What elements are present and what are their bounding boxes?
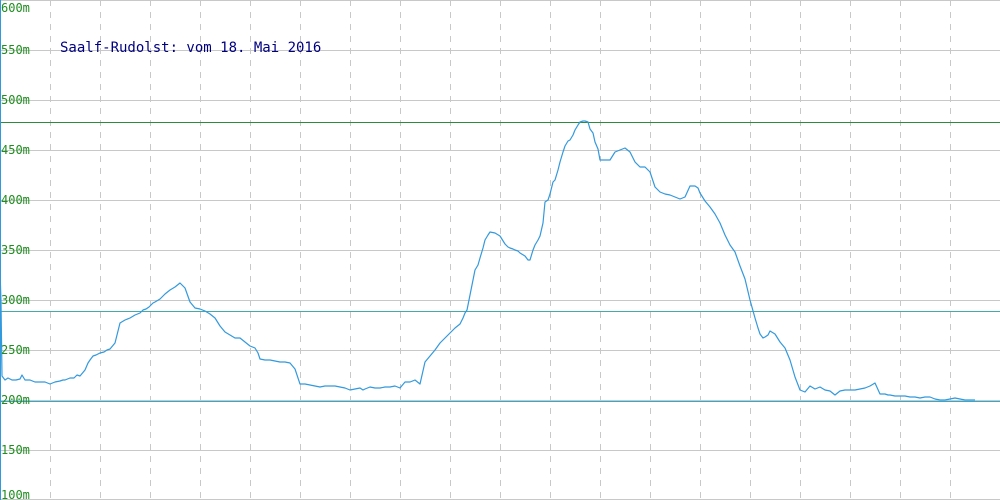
y-tick-label-500m: 500m <box>1 93 30 107</box>
chart-title: Saalf-Rudolst: vom 18. Mai 2016 <box>60 40 321 56</box>
y-tick-label-200m: 200m <box>1 393 30 407</box>
y-tick-label-600m: 600m <box>1 1 30 15</box>
y-tick-label-400m: 400m <box>1 193 30 207</box>
y-tick-label-100m: 100m <box>1 488 30 500</box>
y-tick-label-250m: 250m <box>1 343 30 357</box>
y-tick-label-350m: 350m <box>1 243 30 257</box>
y-tick-label-150m: 150m <box>1 443 30 457</box>
elevation-chart: 100m 150m 200m 250m 300m 350m 400m 450m 500m 550m… <box>0 0 1000 500</box>
y-tick-label-300m: 300m <box>1 293 30 307</box>
y-tick-label-550m: 550m <box>1 43 30 57</box>
y-tick-label-450m: 450m <box>1 143 30 157</box>
